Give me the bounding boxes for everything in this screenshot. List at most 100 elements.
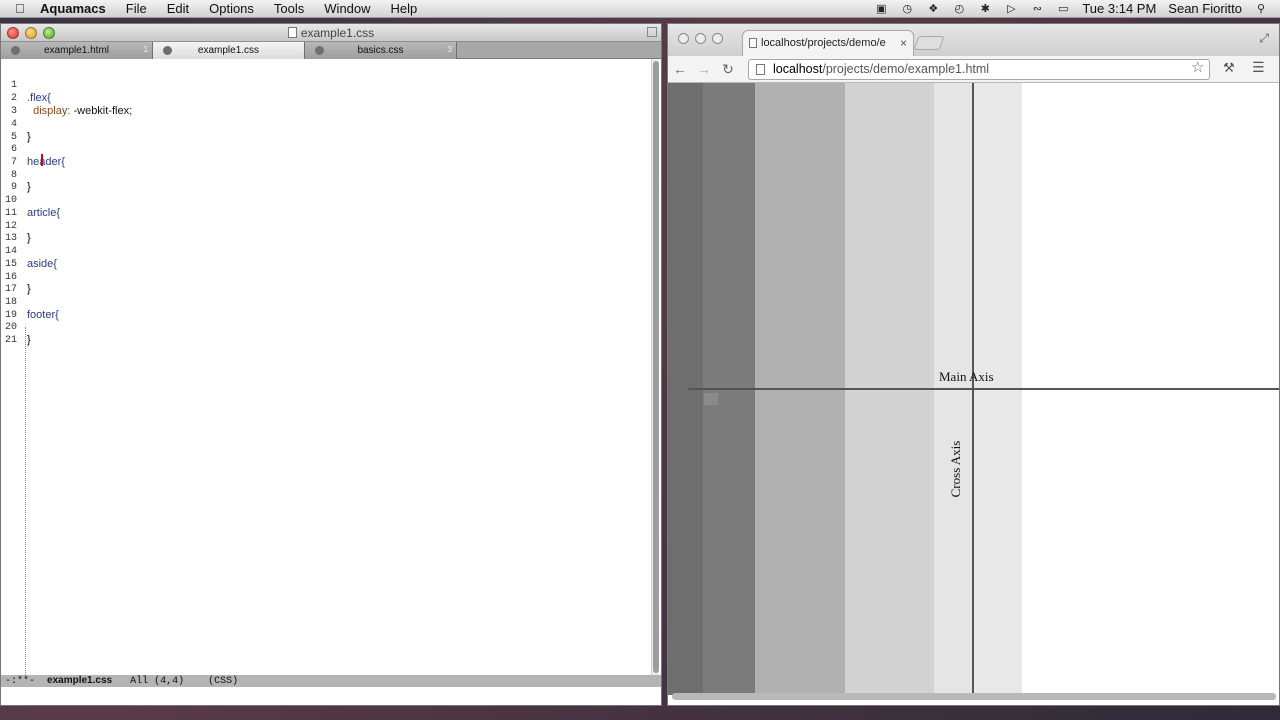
line-number: 3 (10, 106, 17, 117)
tab-label: example1.html (43, 45, 110, 56)
code-line: 13} (1, 232, 641, 245)
tab-close-icon[interactable]: × (900, 31, 907, 55)
scrollbar-thumb[interactable] (653, 61, 659, 673)
menu-icon[interactable]: ☰ (1252, 59, 1265, 76)
zoom-window-button[interactable] (712, 33, 723, 44)
close-window-button[interactable] (678, 33, 689, 44)
document-icon (287, 27, 297, 38)
line-number: 6 (10, 144, 17, 155)
tab-example1-html[interactable]: example1.html 1 (1, 42, 153, 59)
line-number: 2 (10, 93, 17, 104)
reload-icon[interactable]: ↻ (716, 61, 740, 78)
status-area: ▣ ◷ ❖ ◴ ✱ ▷ ∾ ▭ Tue 3:14 PM Sean Fioritt… (874, 1, 1280, 16)
tab-label: example1.css (197, 45, 260, 56)
minimize-window-button[interactable] (25, 27, 37, 39)
horizontal-scrollbar[interactable] (672, 693, 1276, 700)
code-line: 17} (1, 283, 641, 296)
menubar-user[interactable]: Sean Fioritto (1168, 1, 1242, 16)
code-line: 6 (1, 143, 641, 156)
minibuffer[interactable] (1, 687, 661, 705)
address-bar[interactable]: localhost/projects/demo/example1.html (748, 59, 1210, 80)
clock-icon[interactable]: ◷ (900, 3, 914, 15)
url-path: /projects/demo/example1.html (822, 62, 990, 76)
line-number: 11 (4, 208, 17, 219)
line-number: 13 (4, 233, 17, 244)
tab-close-icon[interactable] (11, 46, 20, 55)
url-host: localhost (773, 62, 823, 76)
tab-example1-css[interactable]: example1.css 2 (153, 42, 305, 59)
menu-bar:  Aquamacs File Edit Options Tools Windo… (0, 0, 1280, 18)
time-machine-icon[interactable]: ◴ (952, 3, 966, 15)
back-arrow-icon[interactable]: ← (668, 61, 692, 77)
code-line: 2 .flex{ (1, 92, 641, 105)
line-text: } (27, 232, 31, 244)
dropbox-icon[interactable]: ❖ (926, 3, 940, 15)
menu-options[interactable]: Options (209, 1, 254, 16)
menu-file[interactable]: File (126, 1, 147, 16)
code-line: 21} (1, 334, 641, 347)
modeline-status: -:**- (5, 676, 36, 687)
window-controls (7, 27, 55, 39)
window-controls (678, 33, 723, 44)
modeline-position: All (4,4) (130, 676, 185, 687)
emacs-tab-bar: example1.html 1 example1.css 2 basics.cs… (1, 42, 661, 59)
mode-line: -:**- example1.css All (4,4) (CSS) (1, 675, 661, 687)
menu-window[interactable]: Window (324, 1, 370, 16)
css-value: -webkit-flex; (73, 105, 133, 117)
modeline-major-mode: (CSS) (208, 676, 239, 687)
bookmark-star-icon[interactable]: ☆ (1191, 58, 1204, 76)
menu-tools[interactable]: Tools (274, 1, 304, 16)
bluetooth-icon[interactable]: ✱ (978, 3, 992, 15)
page-viewport[interactable]: Main Axis Cross Axis (668, 83, 1279, 700)
modeline-buffer-name: example1.css (47, 675, 113, 686)
page-icon (749, 38, 757, 48)
close-window-button[interactable] (7, 27, 19, 39)
tab-close-icon[interactable] (315, 46, 324, 55)
browser-tab-title: localhost/projects/demo/e (761, 37, 886, 49)
new-tab-button[interactable] (913, 36, 945, 50)
line-text: } (27, 334, 31, 346)
line-number: 18 (4, 297, 17, 308)
wrench-icon[interactable]: ⚒ (1223, 60, 1235, 76)
battery-icon[interactable]: ▭ (1056, 3, 1070, 15)
menu-help[interactable]: Help (391, 1, 418, 16)
forward-arrow-icon[interactable]: → (692, 61, 716, 77)
zoom-window-button[interactable] (43, 27, 55, 39)
css-selector: aside{ (27, 258, 57, 270)
tab-number: 3 (447, 45, 452, 54)
line-number: 14 (4, 246, 17, 257)
line-text: display: -webkit-flex; (27, 105, 132, 118)
browser-tab-strip: localhost/projects/demo/e × ⤢ (668, 24, 1279, 56)
code-line: 11 article{ (1, 207, 641, 220)
code-line: 3 display: -webkit-flex; (1, 105, 641, 118)
tab-number: 2 (295, 45, 300, 54)
code-line: 20 (1, 321, 641, 334)
menu-edit[interactable]: Edit (167, 1, 189, 16)
volume-icon[interactable]: ▷ (1004, 3, 1018, 15)
minimize-window-button[interactable] (695, 33, 706, 44)
vertical-scrollbar[interactable] (651, 59, 659, 677)
code-line: 15 aside{ (1, 258, 641, 271)
code-editor[interactable]: 1 2 .flex{ 3 display: -webkit-flex; 4 5} … (1, 59, 661, 679)
apple-menu-icon[interactable]:  (0, 1, 40, 16)
line-number: 7 (10, 157, 17, 168)
fullscreen-icon[interactable] (647, 27, 657, 37)
tab-close-icon[interactable] (163, 46, 172, 55)
line-number: 20 (4, 322, 17, 333)
tab-basics-css[interactable]: basics.css 3 (305, 42, 457, 59)
line-number: 15 (4, 259, 17, 270)
line-number: 17 (4, 284, 17, 295)
app-menu[interactable]: Aquamacs (40, 1, 106, 16)
spotlight-search-icon[interactable]: ⚲ (1254, 3, 1268, 15)
emacs-window-title: example1.css (300, 25, 375, 40)
css-selector: .flex{ (27, 92, 51, 104)
main-axis-line (688, 388, 1279, 390)
line-number: 9 (10, 182, 17, 193)
wifi-icon[interactable]: ∾ (1030, 3, 1044, 15)
browser-tab[interactable]: localhost/projects/demo/e × (742, 30, 914, 56)
css-selector: article{ (27, 207, 61, 219)
chrome-window: localhost/projects/demo/e × ⤢ ← → ↻ loca… (667, 23, 1280, 706)
fullscreen-icon[interactable]: ⤢ (1259, 31, 1269, 46)
camera-icon[interactable]: ▣ (874, 3, 888, 15)
menubar-clock[interactable]: Tue 3:14 PM (1082, 1, 1156, 16)
